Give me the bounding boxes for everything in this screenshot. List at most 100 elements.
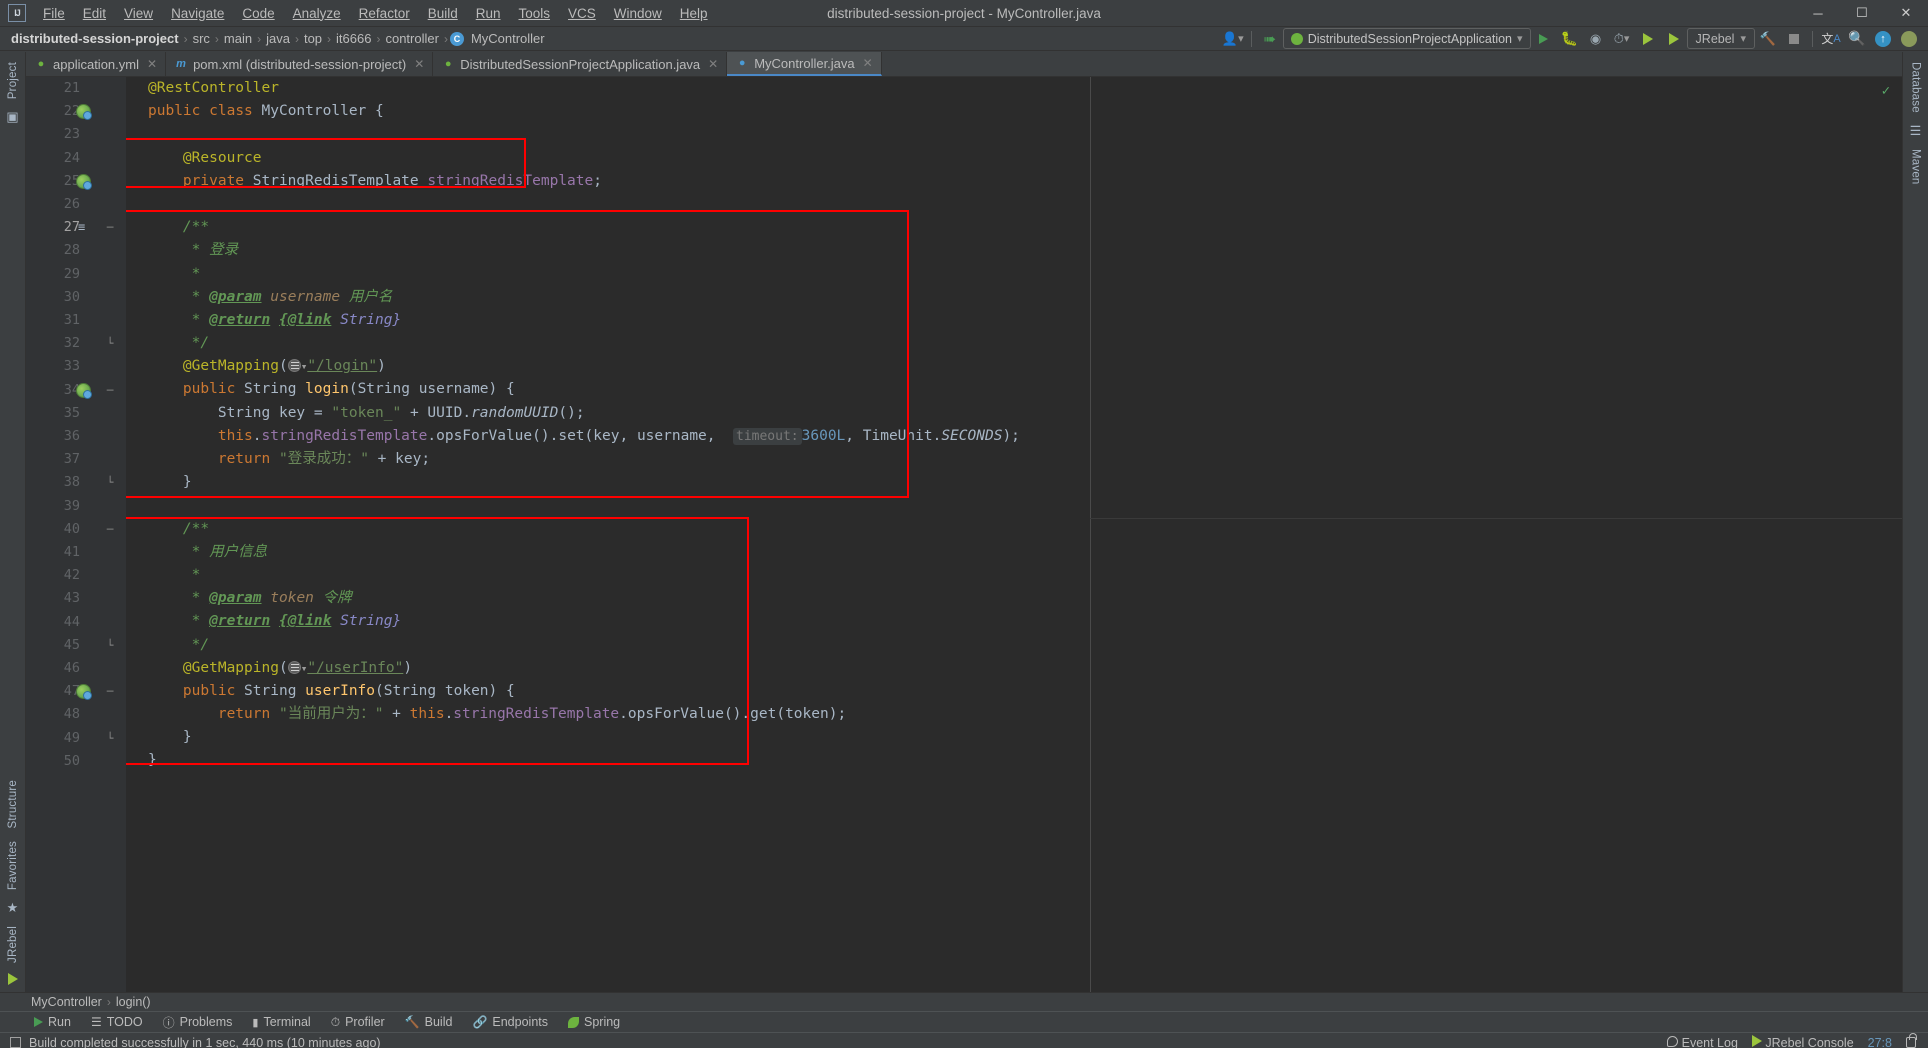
spring-bean-icon[interactable] — [76, 684, 92, 701]
fold-icon[interactable]: └ — [104, 471, 116, 494]
jrebel-debug-icon[interactable] — [1661, 28, 1687, 50]
run-icon[interactable] — [1531, 28, 1557, 50]
close-button[interactable]: ✕ — [1884, 0, 1928, 27]
spring-bean-icon[interactable] — [76, 173, 92, 190]
profiler-icon[interactable]: ⏱ ▾ — [1609, 28, 1635, 50]
menu-item-navigate[interactable]: Navigate — [162, 2, 233, 25]
token-timeunit-class: TimeUnit — [862, 427, 933, 444]
bottom-breadcrumb-method[interactable]: login() — [113, 995, 154, 1009]
menu-item-build[interactable]: Build — [419, 2, 467, 25]
doc-marker-icon[interactable]: ≡ — [78, 216, 85, 239]
tab-distributed-session-project-application[interactable]: ● DistributedSessionProjectApplication.j… — [433, 52, 728, 76]
commit-icon[interactable]: ▣ — [6, 105, 18, 129]
inspection-status-icon[interactable]: ✓ — [1882, 83, 1890, 99]
tool-window-profiler[interactable]: ⏱ Profiler — [321, 1012, 395, 1033]
lock-icon[interactable] — [1906, 1033, 1917, 1048]
menu-item-vcs[interactable]: VCS — [559, 2, 605, 25]
stop-icon[interactable] — [1781, 28, 1807, 50]
avatar-icon[interactable] — [1896, 28, 1922, 50]
sidebar-item-structure[interactable]: Structure — [7, 774, 19, 834]
tool-window-run[interactable]: Run — [24, 1012, 81, 1033]
spring-bean-icon[interactable] — [76, 382, 92, 399]
run-configuration-selector[interactable]: DistributedSessionProjectApplication ▾ — [1282, 28, 1531, 49]
sidebar-item-favorites[interactable]: Favorites — [7, 835, 19, 896]
token-this: this — [409, 706, 445, 723]
token-url-login[interactable]: "/login" — [307, 358, 377, 374]
menu-item-code[interactable]: Code — [233, 2, 283, 25]
sidebar-item-project[interactable]: Project — [7, 56, 19, 105]
editor-gutter[interactable]: 21 22 23 24 25 26 27 ≡ ─ 28 29 30 31 32 — [26, 77, 126, 992]
maximize-button[interactable]: ☐ — [1840, 0, 1884, 27]
breadcrumb-it6666[interactable]: it6666 — [333, 31, 374, 46]
menu-item-help[interactable]: Help — [671, 2, 717, 25]
menu-item-edit[interactable]: Edit — [74, 2, 115, 25]
breadcrumb-src[interactable]: src — [190, 31, 213, 46]
user-icon[interactable]: 👤 ▾ — [1220, 28, 1246, 50]
menu-item-file[interactable]: File — [34, 2, 74, 25]
menu-item-window[interactable]: Window — [605, 2, 671, 25]
jrebel-run-icon[interactable] — [1635, 28, 1661, 50]
breadcrumb-project[interactable]: distributed-session-project — [8, 31, 182, 46]
tool-window-problems[interactable]: ⓘ Problems — [153, 1012, 243, 1033]
fold-icon[interactable]: └ — [104, 727, 116, 750]
update-icon[interactable]: ↑ — [1870, 28, 1896, 50]
fold-icon[interactable]: ─ — [104, 216, 116, 239]
breadcrumb-top[interactable]: top — [301, 31, 325, 46]
close-icon[interactable]: ✕ — [147, 57, 157, 71]
caret-position[interactable]: 27:8 — [1868, 1036, 1892, 1048]
tab-pom-xml[interactable]: m pom.xml (distributed-session-project) … — [166, 52, 434, 76]
jrebel-console-button[interactable]: JRebel Console — [1751, 1035, 1854, 1048]
tool-window-spring[interactable]: Spring — [558, 1012, 630, 1033]
editor-tab-bar: ● application.yml ✕ m pom.xml (distribut… — [26, 52, 1902, 77]
tab-application-yml[interactable]: ● application.yml ✕ — [26, 52, 167, 76]
fold-icon[interactable]: └ — [104, 332, 116, 355]
tool-window-build[interactable]: 🔨 Build — [395, 1012, 463, 1033]
back-arrow-icon[interactable]: ➠ — [1257, 28, 1283, 50]
web-endpoint-icon[interactable] — [287, 359, 301, 373]
sidebar-item-database[interactable]: Database — [1910, 56, 1922, 119]
token-link-string: String — [340, 311, 393, 328]
search-icon[interactable]: 🔍 — [1844, 28, 1870, 50]
breadcrumb-java[interactable]: java — [263, 31, 293, 46]
code-editor[interactable]: @RestController public class MyControlle… — [126, 77, 1902, 992]
tool-window-terminal[interactable]: ▮ Terminal — [242, 1012, 320, 1033]
spring-bean-icon[interactable] — [76, 104, 92, 121]
fold-icon[interactable]: └ — [104, 634, 116, 657]
token-url-userinfo[interactable]: "/userInfo" — [307, 660, 403, 676]
breadcrumb-main[interactable]: main — [221, 31, 255, 46]
token-plus: + — [409, 404, 419, 421]
left-tool-rail: Project ▣ Structure Favorites ★ JRebel — [0, 52, 26, 992]
tool-window-todo[interactable]: ☰ TODO — [81, 1012, 153, 1033]
fold-icon[interactable]: ─ — [104, 680, 116, 703]
token-str-login-success: "登录成功：" — [278, 451, 369, 467]
menu-item-view[interactable]: View — [115, 2, 162, 25]
fold-icon[interactable]: ─ — [104, 518, 116, 541]
debug-icon[interactable]: 🐛 — [1557, 28, 1583, 50]
jrebel-selector[interactable]: JRebel ▾ — [1686, 28, 1755, 49]
breadcrumb-controller[interactable]: controller — [382, 31, 441, 46]
editor-scrollbar[interactable] — [1890, 77, 1902, 992]
translate-icon[interactable]: 文A — [1818, 28, 1844, 50]
coverage-icon[interactable]: ◉ — [1583, 28, 1609, 50]
tool-window-endpoints[interactable]: 🔗 Endpoints — [462, 1012, 558, 1033]
close-icon[interactable]: ✕ — [708, 57, 718, 71]
menu-item-analyze[interactable]: Analyze — [284, 2, 350, 25]
tab-mycontroller[interactable]: ● MyController.java ✕ — [727, 52, 882, 76]
menu-item-run[interactable]: Run — [467, 2, 510, 25]
close-icon[interactable]: ✕ — [414, 57, 424, 71]
web-endpoint-icon[interactable] — [287, 660, 301, 674]
menu-item-tools[interactable]: Tools — [510, 2, 560, 25]
breadcrumb-separator: › — [443, 31, 448, 46]
event-log-button[interactable]: Event Log — [1667, 1035, 1738, 1048]
fold-icon[interactable]: ─ — [104, 379, 116, 402]
sidebar-item-jrebel[interactable]: JRebel — [7, 920, 19, 969]
build-icon[interactable]: 🔨 — [1755, 28, 1781, 50]
minimize-button[interactable]: ─ — [1796, 0, 1840, 27]
close-icon[interactable]: ✕ — [863, 56, 873, 70]
editor-viewport[interactable]: 21 22 23 24 25 26 27 ≡ ─ 28 29 30 31 32 — [26, 77, 1902, 992]
breadcrumb-mycontroller[interactable]: MyController — [468, 31, 548, 46]
line-number: 40 — [63, 520, 80, 537]
menu-item-refactor[interactable]: Refactor — [350, 2, 419, 25]
sidebar-item-maven[interactable]: Maven — [1910, 143, 1922, 191]
bottom-breadcrumb-class[interactable]: MyController — [28, 995, 105, 1009]
